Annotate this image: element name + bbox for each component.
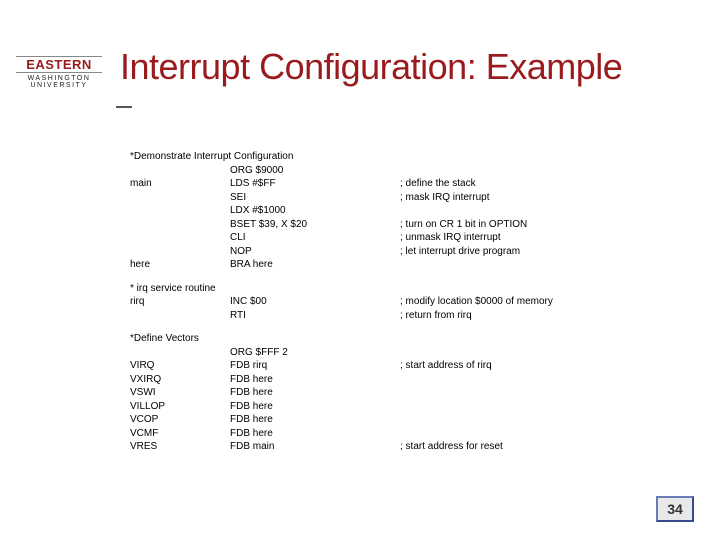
- code-listing: *Demonstrate Interrupt Configuration ORG…: [130, 150, 553, 454]
- logo-name: EASTERN: [16, 56, 102, 73]
- title-underline: [116, 106, 132, 108]
- slide-title: Interrupt Configuration: Example: [120, 46, 622, 88]
- section1-header: *Demonstrate Interrupt Configuration: [130, 150, 230, 164]
- section3-header: *Define Vectors: [130, 332, 230, 346]
- university-logo: EASTERN WASHINGTON UNIVERSITY: [16, 56, 102, 89]
- page-number: 34: [656, 496, 694, 522]
- logo-subtitle: WASHINGTON UNIVERSITY: [16, 75, 102, 89]
- section2-header: * irq service routine: [130, 282, 230, 296]
